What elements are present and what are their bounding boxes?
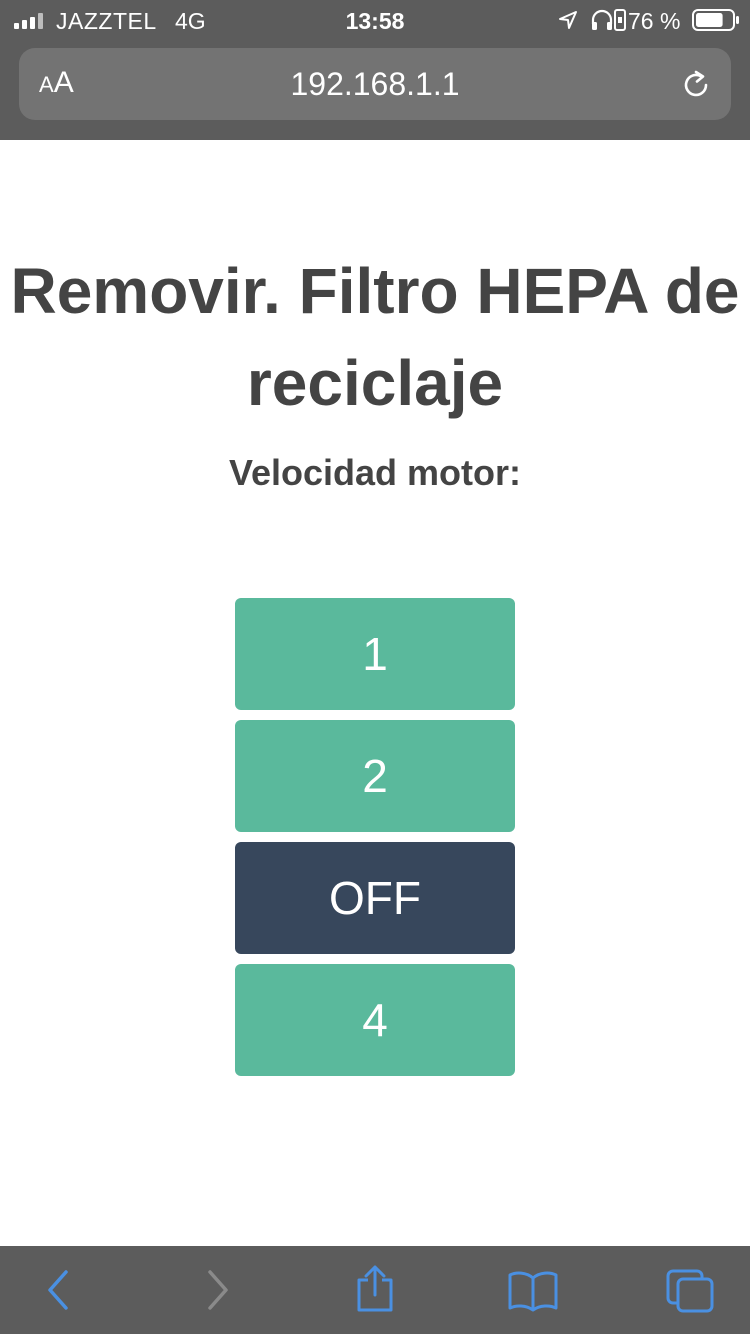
headphones-icon xyxy=(591,9,613,30)
tabs-icon[interactable] xyxy=(664,1268,716,1314)
speed-2-button[interactable]: 2 xyxy=(235,720,515,832)
status-bar: JAZZTEL 4G 13:58 76 % xyxy=(0,0,750,40)
bookmarks-icon[interactable] xyxy=(506,1270,560,1312)
share-icon[interactable] xyxy=(354,1264,396,1314)
speed-4-button[interactable]: 4 xyxy=(235,964,515,1076)
back-icon[interactable] xyxy=(42,1268,76,1312)
url-text[interactable]: 192.168.1.1 xyxy=(19,66,731,103)
speed-1-button[interactable]: 1 xyxy=(235,598,515,710)
page-title: Removir. Filtro HEPA de reciclaje xyxy=(10,255,740,419)
battery-percent: 76 % xyxy=(628,8,681,34)
forward-icon[interactable] xyxy=(200,1268,234,1312)
battery-icon xyxy=(692,9,739,31)
motor-speed-label: Velocidad motor: xyxy=(228,452,522,493)
address-bar[interactable]: AA 192.168.1.1 xyxy=(19,48,731,120)
off-button[interactable]: OFF xyxy=(235,842,515,954)
browser-toolbar xyxy=(0,1246,750,1334)
location-arrow-icon xyxy=(559,11,577,29)
browser-address-area: AA 192.168.1.1 xyxy=(0,40,750,140)
rotation-lock-icon xyxy=(614,9,626,31)
reload-icon[interactable] xyxy=(679,68,713,102)
